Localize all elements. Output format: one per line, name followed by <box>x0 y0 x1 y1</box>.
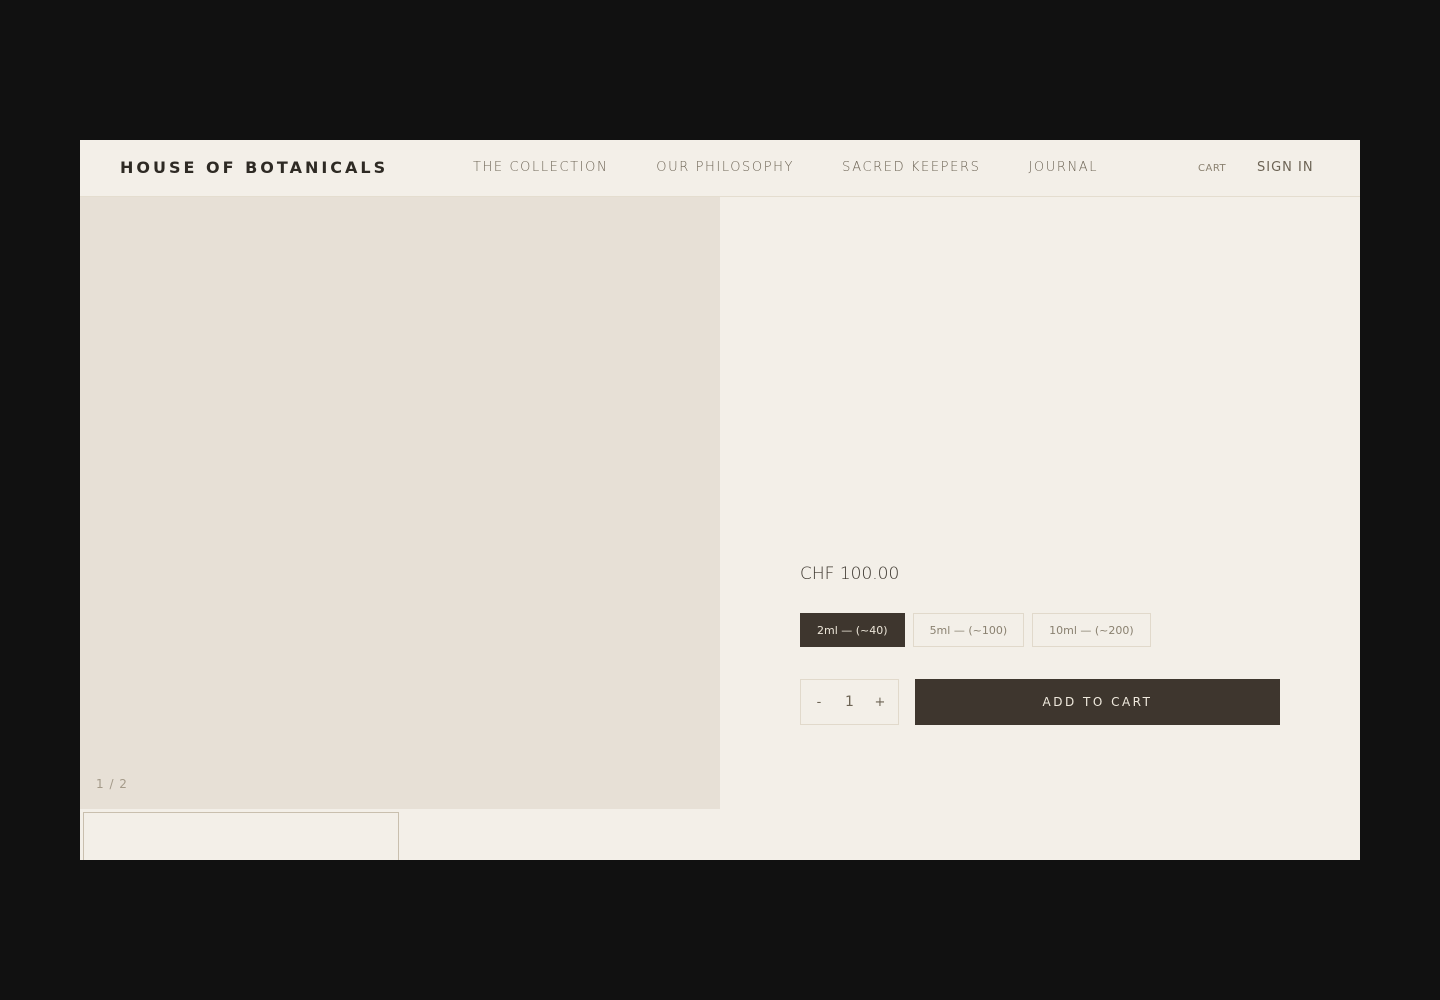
variant-option-2ml[interactable]: 2ml — (~40) <box>800 613 905 647</box>
quantity-value[interactable]: 1 <box>845 694 854 710</box>
quantity-decrease-button[interactable]: - <box>811 695 827 710</box>
add-to-cart-button[interactable]: ADD TO CART <box>915 679 1280 725</box>
nav-item-collection[interactable]: THE COLLECTION <box>473 160 608 175</box>
cart-link[interactable]: CART <box>1198 163 1226 174</box>
product-thumbnail[interactable] <box>83 812 399 860</box>
variant-option-10ml[interactable]: 10ml — (~200) <box>1032 613 1151 647</box>
image-counter: 1 / 2 <box>96 777 128 791</box>
sign-in-link[interactable]: SIGN IN <box>1257 160 1314 175</box>
site-logo[interactable]: HOUSE OF BOTANICALS <box>120 158 388 177</box>
product-image-main[interactable]: 1 / 2 <box>80 197 720 809</box>
product-price: CHF 100.00 <box>800 564 900 584</box>
site-header: HOUSE OF BOTANICALS THE COLLECTION OUR P… <box>80 140 1360 197</box>
quantity-increase-button[interactable]: + <box>872 695 888 710</box>
variant-selector: 2ml — (~40) 5ml — (~100) 10ml — (~200) <box>800 613 1151 647</box>
nav-item-philosophy[interactable]: OUR PHILOSOPHY <box>656 160 794 175</box>
nav-item-sacred-keepers[interactable]: SACRED KEEPERS <box>842 160 980 175</box>
quantity-stepper: - 1 + <box>800 679 899 725</box>
site-frame: HOUSE OF BOTANICALS THE COLLECTION OUR P… <box>80 140 1360 860</box>
variant-option-5ml[interactable]: 5ml — (~100) <box>912 613 1025 647</box>
nav-item-journal[interactable]: JOURNAL <box>1028 160 1098 175</box>
main-nav: THE COLLECTION OUR PHILOSOPHY SACRED KEE… <box>473 160 1098 175</box>
